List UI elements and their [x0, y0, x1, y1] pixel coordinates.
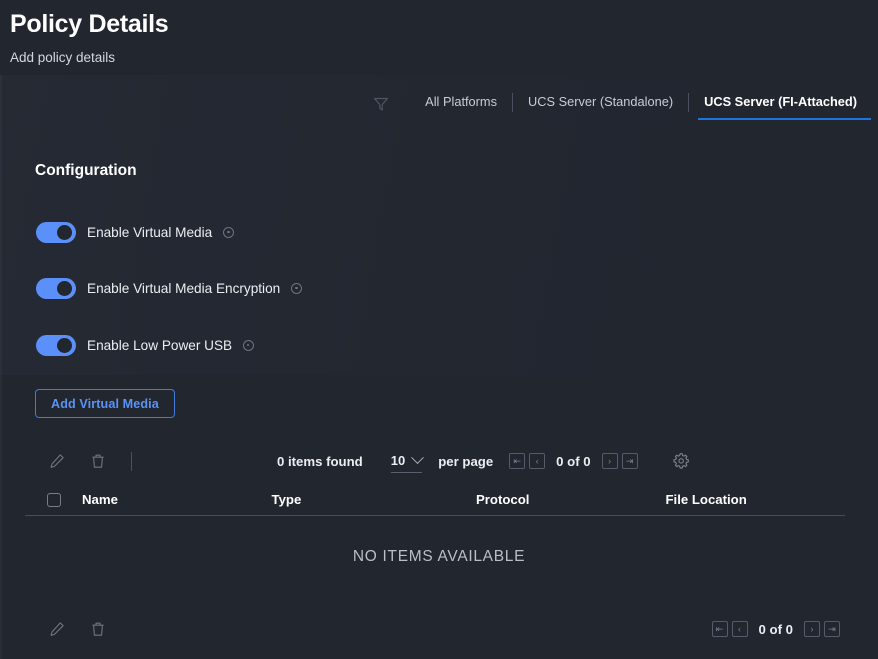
toggle-row-enable-low-power-usb: Enable Low Power USB — [36, 333, 255, 357]
info-icon[interactable] — [291, 282, 303, 294]
tab-ucs-server-fi-attached-label: UCS Server (FI-Attached) — [704, 94, 857, 109]
per-page-value: 10 — [390, 452, 406, 468]
table-toolbar-top: 0 items found 10 per page ⇤ ‹ 0 of 0 › ⇥ — [0, 444, 878, 478]
chevron-down-icon — [411, 450, 425, 464]
table-header-row: Name Type Protocol File Location — [25, 484, 845, 516]
toolbar-divider — [131, 451, 132, 471]
toggle-enable-low-power-usb-label: Enable Low Power USB — [87, 337, 233, 353]
page-subtitle: Add policy details — [10, 50, 116, 65]
toggle-enable-virtual-media[interactable] — [36, 221, 76, 243]
last-page-button[interactable]: ⇥ — [824, 621, 840, 637]
next-page-button[interactable]: › — [601, 453, 618, 469]
toggle-enable-virtual-media-encryption[interactable] — [36, 277, 76, 299]
pagination-bottom: ⇤ ‹ 0 of 0 › ⇥ — [710, 621, 842, 637]
column-header-file-location[interactable]: File Location — [665, 492, 845, 507]
per-page-label: per page — [438, 453, 494, 469]
items-found-label: 0 items found — [277, 453, 363, 469]
add-virtual-media-button[interactable]: Add Virtual Media — [35, 389, 175, 418]
per-page-select[interactable]: 10 — [390, 450, 425, 473]
page-title: Policy Details — [10, 10, 169, 38]
info-icon[interactable] — [223, 226, 235, 238]
first-page-button[interactable]: ⇤ — [711, 621, 728, 637]
select-all-checkbox[interactable] — [47, 492, 61, 507]
toggle-row-enable-virtual-media-encryption: Enable Virtual Media Encryption — [36, 276, 303, 300]
gear-icon[interactable] — [670, 450, 692, 472]
empty-state-message: NO ITEMS AVAILABLE — [352, 548, 526, 565]
page-header: Policy Details Add policy details — [10, 8, 169, 66]
first-page-button[interactable]: ⇤ — [509, 453, 526, 469]
column-header-name[interactable]: Name — [82, 492, 272, 507]
pencil-icon[interactable] — [44, 448, 70, 474]
filter-icon[interactable] — [370, 93, 392, 115]
tab-ucs-server-standalone[interactable]: UCS Server (Standalone) — [513, 92, 688, 120]
table-toolbar-bottom: ⇤ ‹ 0 of 0 › ⇥ — [0, 613, 878, 645]
toggle-enable-virtual-media-label: Enable Virtual Media — [87, 224, 213, 240]
info-icon[interactable] — [243, 339, 255, 351]
left-edge-rail — [0, 75, 2, 659]
previous-page-button[interactable]: ‹ — [529, 453, 546, 469]
previous-page-button[interactable]: ‹ — [731, 621, 748, 637]
page-count-bottom: 0 of 0 — [758, 621, 793, 637]
toggle-enable-virtual-media-encryption-label: Enable Virtual Media Encryption — [87, 280, 281, 296]
tab-all-platforms-label: All Platforms — [425, 94, 497, 109]
trash-icon[interactable] — [85, 616, 111, 642]
last-page-button[interactable]: ⇥ — [621, 453, 638, 469]
toggle-row-enable-virtual-media: Enable Virtual Media — [36, 220, 235, 244]
page-count-top: 0 of 0 — [556, 453, 591, 469]
column-header-protocol[interactable]: Protocol — [476, 492, 666, 507]
tab-ucs-server-fi-attached[interactable]: UCS Server (FI-Attached) — [689, 92, 872, 120]
platform-filter-bar: All Platforms UCS Server (Standalone) UC… — [0, 92, 878, 126]
trash-icon[interactable] — [85, 448, 111, 474]
tab-all-platforms[interactable]: All Platforms — [410, 92, 512, 120]
configuration-title: Configuration — [35, 162, 137, 179]
pencil-icon[interactable] — [44, 616, 70, 642]
pagination-top: ⇤ ‹ 0 of 0 › ⇥ — [507, 453, 639, 469]
toggle-enable-low-power-usb[interactable] — [36, 334, 76, 356]
tab-ucs-server-standalone-label: UCS Server (Standalone) — [528, 94, 674, 109]
next-page-button[interactable]: › — [804, 621, 820, 637]
column-header-type[interactable]: Type — [272, 492, 476, 507]
